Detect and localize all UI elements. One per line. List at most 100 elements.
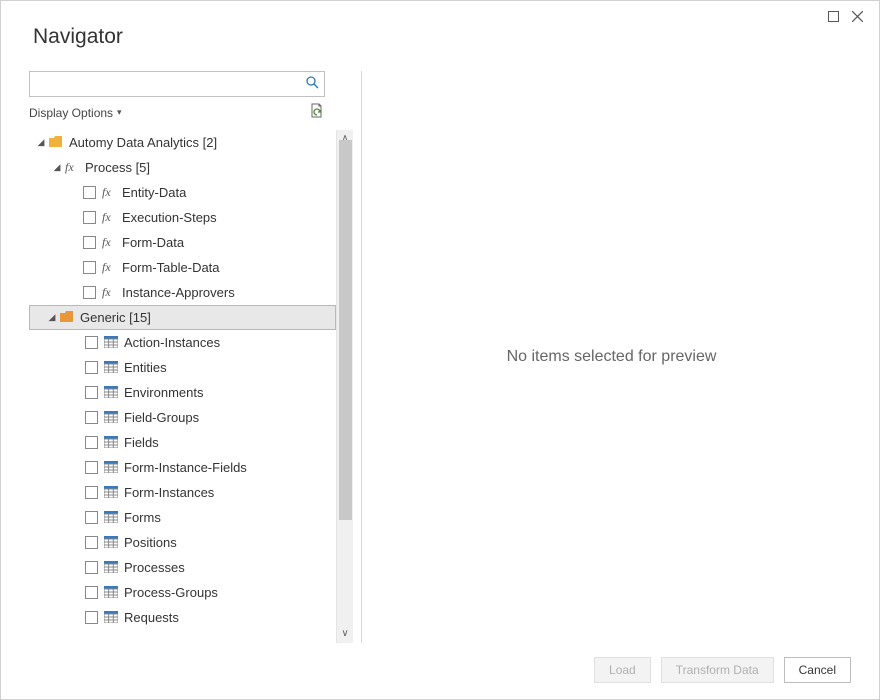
tree-label: Forms [124,510,161,525]
close-icon[interactable] [845,7,869,25]
fx-icon: fx [102,235,116,250]
checkbox[interactable] [85,511,98,524]
tree-item[interactable]: Form-Instances [29,480,336,505]
checkbox[interactable] [83,261,96,274]
tree-label: Form-Data [122,235,184,250]
table-icon [104,436,118,450]
tree-item[interactable]: fx Instance-Approvers [29,280,336,305]
display-options-dropdown[interactable]: Display Options ▾ [29,106,122,120]
scrollbar[interactable]: ∧ ∨ [336,130,353,643]
collapse-icon[interactable]: ◢ [35,137,47,148]
table-icon [104,486,118,500]
tree-label: Generic [15] [80,310,151,325]
checkbox[interactable] [85,611,98,624]
tree-item[interactable]: fx Form-Data [29,230,336,255]
search-icon[interactable] [300,76,324,92]
table-icon [104,536,118,550]
tree-item[interactable]: fx Execution-Steps [29,205,336,230]
preview-panel: No items selected for preview [366,71,857,643]
table-icon [104,561,118,575]
tree-label: Automy Data Analytics [2] [69,135,217,150]
fx-icon: fx [102,210,116,225]
tree-node-process[interactable]: ◢ fx Process [5] [29,155,336,180]
collapse-icon[interactable]: ◢ [46,312,58,323]
transform-data-button: Transform Data [661,657,774,683]
tree-label: Form-Table-Data [122,260,220,275]
tree-item[interactable]: Fields [29,430,336,455]
fx-icon: fx [102,260,116,275]
maximize-icon[interactable] [821,7,845,25]
table-icon [104,361,118,375]
nav-tree: ◢ Automy Data Analytics [2] ◢ fx Process… [29,130,336,643]
table-icon [104,411,118,425]
scroll-down-icon[interactable]: ∨ [341,629,348,639]
table-icon [104,586,118,600]
load-button: Load [594,657,651,683]
tree-item[interactable]: Form-Instance-Fields [29,455,336,480]
fx-icon: fx [102,185,116,200]
fx-icon: fx [102,285,116,300]
tree-label: Process-Groups [124,585,218,600]
checkbox[interactable] [85,361,98,374]
checkbox[interactable] [85,486,98,499]
tree-item[interactable]: Requests [29,605,336,630]
checkbox[interactable] [85,536,98,549]
tree-item[interactable]: Field-Groups [29,405,336,430]
scroll-thumb[interactable] [339,140,352,520]
checkbox[interactable] [85,461,98,474]
table-icon [104,336,118,350]
tree-label: Instance-Approvers [122,285,235,300]
refresh-icon[interactable] [310,103,325,122]
checkbox[interactable] [85,386,98,399]
table-icon [104,511,118,525]
tree-item[interactable]: Forms [29,505,336,530]
preview-empty-message: No items selected for preview [507,348,717,366]
checkbox[interactable] [83,286,96,299]
table-icon [104,611,118,625]
tree-node-root[interactable]: ◢ Automy Data Analytics [2] [29,130,336,155]
tree-label: Environments [124,385,203,400]
cancel-button[interactable]: Cancel [784,657,851,683]
search-input[interactable] [30,72,300,96]
checkbox[interactable] [85,336,98,349]
tree-label: Entity-Data [122,185,186,200]
tree-item[interactable]: Positions [29,530,336,555]
folder-icon [49,136,63,150]
checkbox[interactable] [85,586,98,599]
tree-label: Form-Instances [124,485,214,500]
collapse-icon[interactable]: ◢ [51,162,63,173]
tree-item[interactable]: Entities [29,355,336,380]
table-icon [104,386,118,400]
chevron-down-icon: ▾ [117,107,122,118]
checkbox[interactable] [83,211,96,224]
tree-label: Action-Instances [124,335,220,350]
folder-icon [60,311,74,325]
page-title: Navigator [33,25,123,49]
checkbox[interactable] [85,411,98,424]
tree-item[interactable]: Action-Instances [29,330,336,355]
table-icon [104,461,118,475]
fx-icon: fx [65,160,79,175]
tree-item[interactable]: fx Entity-Data [29,180,336,205]
tree-node-generic[interactable]: ◢ Generic [15] [29,305,336,330]
checkbox[interactable] [85,561,98,574]
display-options-label: Display Options [29,106,113,120]
panel-divider [361,71,362,643]
tree-item[interactable]: Process-Groups [29,580,336,605]
tree-label: Requests [124,610,179,625]
tree-label: Execution-Steps [122,210,217,225]
tree-label: Process [5] [85,160,150,175]
checkbox[interactable] [83,186,96,199]
tree-item[interactable]: Processes [29,555,336,580]
tree-label: Form-Instance-Fields [124,460,247,475]
tree-label: Entities [124,360,167,375]
checkbox[interactable] [85,436,98,449]
tree-label: Field-Groups [124,410,199,425]
tree-label: Fields [124,435,159,450]
checkbox[interactable] [83,236,96,249]
search-input-wrapper [29,71,325,97]
tree-item[interactable]: Environments [29,380,336,405]
tree-label: Positions [124,535,177,550]
tree-item[interactable]: fx Form-Table-Data [29,255,336,280]
tree-label: Processes [124,560,185,575]
